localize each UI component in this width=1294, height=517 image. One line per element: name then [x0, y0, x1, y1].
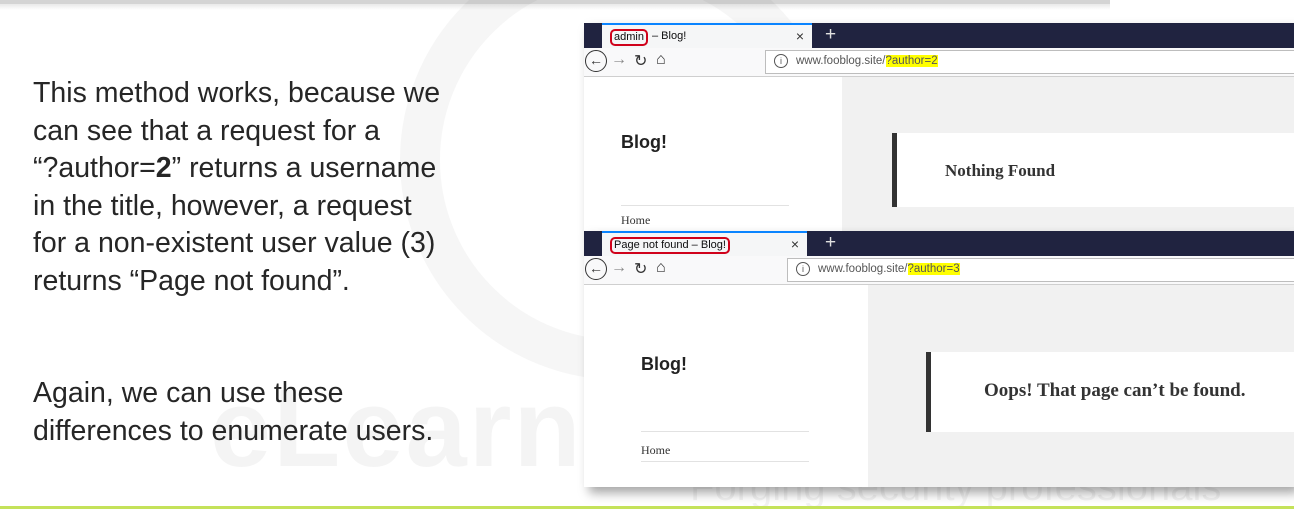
- close-tab-icon[interactable]: ×: [791, 236, 799, 252]
- sidebar-link-home[interactable]: Home: [641, 443, 670, 458]
- forward-arrow-icon[interactable]: →: [611, 51, 627, 69]
- explanation-paragraph: This method works, because we can see th…: [33, 75, 593, 300]
- navigation-toolbar: ← → ↻ ⌂ i www.fooblog.site/?author=3: [584, 256, 1294, 285]
- browser-window-author-3: Page not found – Blog! × + ← → ↻ ⌂ i www…: [584, 231, 1294, 487]
- page-viewport: Blog! Home Nothing Found: [584, 77, 1294, 233]
- bottom-accent-line: [0, 506, 1294, 509]
- back-arrow-icon[interactable]: ←: [585, 50, 607, 72]
- sidebar-divider: [621, 205, 789, 206]
- url-bar[interactable]: i www.fooblog.site/?author=3: [787, 258, 1294, 282]
- url-text: www.fooblog.site/?author=2: [796, 55, 938, 67]
- navigation-toolbar: ← → ↻ ⌂ i www.fooblog.site/?author=2: [584, 48, 1294, 77]
- paragraph-line: “?author=2” returns a username: [33, 150, 593, 188]
- reload-icon[interactable]: ↻: [634, 259, 647, 279]
- paragraph-line: for a non-existent user value (3): [33, 227, 436, 259]
- paragraph-line: returns “Page not found”.: [33, 264, 350, 297]
- url-text: www.fooblog.site/?author=3: [818, 263, 960, 275]
- reload-icon[interactable]: ↻: [634, 51, 647, 71]
- sidebar-link-home[interactable]: Home: [621, 213, 650, 228]
- browser-window-author-2: admin – Blog! × + ← → ↻ ⌂ i www.fooblog.…: [584, 23, 1294, 233]
- browser-tab[interactable]: admin – Blog! ×: [602, 23, 812, 48]
- paragraph-line: can see that a request for a: [33, 114, 380, 147]
- tab-title-suffix: – Blog!: [652, 30, 687, 42]
- back-arrow-icon[interactable]: ←: [585, 258, 607, 280]
- paragraph-text: “?author=: [33, 152, 156, 184]
- conclusion-paragraph: Again, we can use these differences to e…: [33, 375, 593, 450]
- tab-title: admin: [610, 29, 648, 46]
- url-query-highlight: ?author=3: [907, 263, 960, 275]
- notice-heading: Nothing Found: [945, 161, 1056, 180]
- browser-tab[interactable]: Page not found – Blog! ×: [602, 231, 807, 256]
- url-base: www.fooblog.site/: [796, 55, 886, 67]
- paragraph-line: This method works, because we: [33, 77, 441, 109]
- url-base: www.fooblog.site/: [818, 263, 908, 275]
- paragraph-bold-value: 2: [155, 152, 172, 184]
- url-query-highlight: ?author=2: [885, 55, 938, 67]
- page-viewport: Blog! Home Oops! That page can’t be foun…: [584, 285, 1294, 487]
- sidebar-divider: [641, 461, 809, 462]
- new-tab-icon[interactable]: +: [825, 232, 836, 254]
- blog-title[interactable]: Blog!: [641, 354, 687, 375]
- paragraph-line: Again, we can use these: [33, 377, 344, 409]
- blog-sidebar: Blog! Home: [584, 285, 868, 487]
- blog-content: Oops! That page can’t be found.: [868, 285, 1294, 487]
- blog-content: Nothing Found: [842, 77, 1294, 233]
- url-bar[interactable]: i www.fooblog.site/?author=2: [765, 50, 1294, 74]
- blog-sidebar: Blog! Home: [584, 77, 842, 233]
- paragraph-line: differences to enumerate users.: [33, 414, 434, 447]
- info-icon[interactable]: i: [796, 262, 810, 276]
- tab-title: Page not found – Blog!: [610, 237, 730, 254]
- notice-box: Nothing Found: [892, 133, 1294, 207]
- sidebar-divider: [641, 431, 809, 432]
- tab-title-username: admin: [614, 31, 644, 43]
- forward-arrow-icon[interactable]: →: [611, 259, 627, 277]
- tab-bar: Page not found – Blog! × +: [584, 231, 1294, 256]
- notice-box: Oops! That page can’t be found.: [926, 352, 1294, 432]
- new-tab-icon[interactable]: +: [825, 24, 836, 46]
- blog-title[interactable]: Blog!: [621, 132, 667, 153]
- tab-bar: admin – Blog! × +: [584, 23, 1294, 48]
- home-icon[interactable]: ⌂: [656, 259, 666, 277]
- info-icon[interactable]: i: [774, 54, 788, 68]
- close-tab-icon[interactable]: ×: [796, 28, 804, 44]
- notice-heading: Oops! That page can’t be found.: [984, 380, 1246, 401]
- paragraph-text: ” returns a username: [171, 152, 437, 184]
- home-icon[interactable]: ⌂: [656, 51, 666, 69]
- paragraph-line: in the title, however, a request: [33, 189, 412, 222]
